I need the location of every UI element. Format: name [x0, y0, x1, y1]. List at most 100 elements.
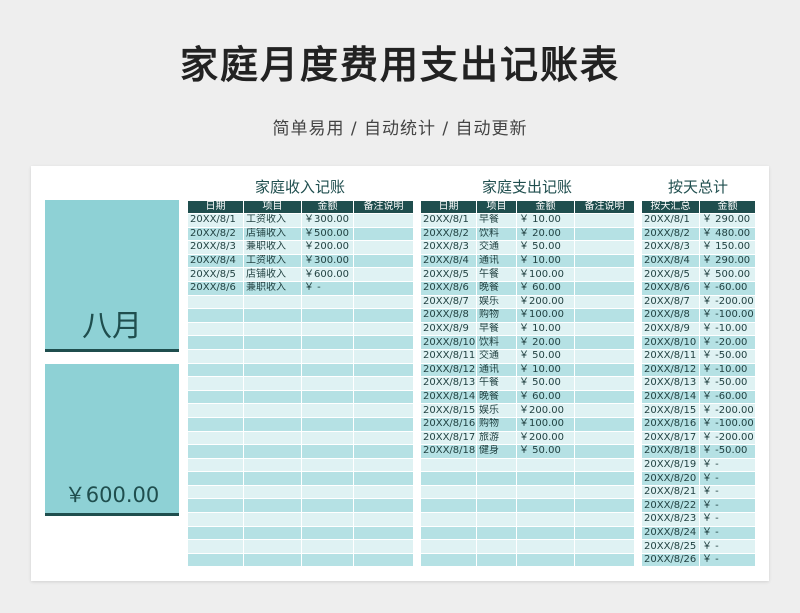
- income-cell[interactable]: [353, 430, 414, 446]
- income-cell[interactable]: [353, 498, 414, 514]
- expense-cell[interactable]: ￥ 60.00: [516, 280, 575, 296]
- expense-cell[interactable]: ￥ 20.00: [516, 226, 575, 242]
- expense-cell[interactable]: [420, 471, 477, 486]
- daily-cell[interactable]: 20XX/8/14: [641, 389, 700, 405]
- expense-cell[interactable]: [574, 525, 635, 541]
- expense-cell[interactable]: [574, 321, 635, 337]
- income-cell[interactable]: [353, 240, 414, 255]
- income-cell[interactable]: [187, 389, 244, 405]
- expense-cell[interactable]: ￥ 50.00: [516, 444, 575, 459]
- income-cell[interactable]: [301, 444, 354, 459]
- income-cell[interactable]: 店铺收入: [243, 226, 302, 242]
- expense-cell[interactable]: [574, 348, 635, 364]
- expense-cell[interactable]: 20XX/8/7: [420, 294, 477, 310]
- expense-cell[interactable]: [476, 484, 517, 500]
- income-cell[interactable]: [243, 430, 302, 446]
- daily-cell[interactable]: ￥ -50.00: [699, 444, 756, 459]
- daily-cell[interactable]: 20XX/8/21: [641, 484, 700, 500]
- income-cell[interactable]: [301, 362, 354, 378]
- income-cell[interactable]: [243, 498, 302, 514]
- income-cell[interactable]: ￥200.00: [301, 240, 354, 255]
- daily-cell[interactable]: 20XX/8/13: [641, 376, 700, 391]
- expense-cell[interactable]: [516, 457, 575, 473]
- expense-cell[interactable]: 20XX/8/11: [420, 348, 477, 364]
- daily-cell[interactable]: 20XX/8/9: [641, 321, 700, 337]
- expense-cell[interactable]: 购物: [476, 308, 517, 323]
- income-cell[interactable]: [301, 512, 354, 527]
- daily-cell[interactable]: 20XX/8/10: [641, 335, 700, 350]
- expense-cell[interactable]: 购物: [476, 416, 517, 432]
- income-cell[interactable]: ￥300.00: [301, 253, 354, 269]
- expense-cell[interactable]: [420, 552, 477, 568]
- expense-cell[interactable]: ￥100.00: [516, 267, 575, 282]
- expense-cell[interactable]: [420, 539, 477, 554]
- daily-cell[interactable]: 20XX/8/7: [641, 294, 700, 310]
- expense-cell[interactable]: 娱乐: [476, 403, 517, 418]
- expense-cell[interactable]: ￥200.00: [516, 403, 575, 418]
- income-cell[interactable]: [187, 321, 244, 337]
- daily-cell[interactable]: 20XX/8/12: [641, 362, 700, 378]
- expense-cell[interactable]: 20XX/8/8: [420, 308, 477, 323]
- daily-cell[interactable]: ￥ -: [699, 525, 756, 541]
- expense-cell[interactable]: [476, 552, 517, 568]
- daily-cell[interactable]: 20XX/8/22: [641, 498, 700, 514]
- expense-cell[interactable]: 20XX/8/16: [420, 416, 477, 432]
- daily-cell[interactable]: ￥ -100.00: [699, 416, 756, 432]
- income-cell[interactable]: [353, 512, 414, 527]
- income-cell[interactable]: [353, 376, 414, 391]
- expense-cell[interactable]: [516, 525, 575, 541]
- expense-cell[interactable]: 晚餐: [476, 389, 517, 405]
- daily-cell[interactable]: ￥ 290.00: [699, 213, 756, 228]
- expense-cell[interactable]: 20XX/8/6: [420, 280, 477, 296]
- expense-cell[interactable]: [574, 389, 635, 405]
- daily-cell[interactable]: ￥ 290.00: [699, 253, 756, 269]
- daily-cell[interactable]: 20XX/8/1: [641, 213, 700, 228]
- daily-cell[interactable]: 20XX/8/26: [641, 552, 700, 568]
- expense-cell[interactable]: [574, 430, 635, 446]
- income-cell[interactable]: 兼职收入: [243, 240, 302, 255]
- daily-cell[interactable]: ￥ -: [699, 457, 756, 473]
- income-cell[interactable]: [187, 348, 244, 364]
- income-cell[interactable]: [243, 457, 302, 473]
- expense-cell[interactable]: ￥200.00: [516, 294, 575, 310]
- income-cell[interactable]: [301, 335, 354, 350]
- income-cell[interactable]: [353, 348, 414, 364]
- income-cell[interactable]: [243, 552, 302, 568]
- expense-cell[interactable]: 晚餐: [476, 280, 517, 296]
- daily-cell[interactable]: ￥ -100.00: [699, 308, 756, 323]
- daily-cell[interactable]: ￥ -50.00: [699, 376, 756, 391]
- income-cell[interactable]: [243, 335, 302, 350]
- expense-cell[interactable]: ￥100.00: [516, 308, 575, 323]
- expense-cell[interactable]: [574, 335, 635, 350]
- income-cell[interactable]: [301, 416, 354, 432]
- expense-cell[interactable]: [516, 484, 575, 500]
- expense-cell[interactable]: 饮料: [476, 335, 517, 350]
- expense-cell[interactable]: 娱乐: [476, 294, 517, 310]
- expense-cell[interactable]: [574, 226, 635, 242]
- income-cell[interactable]: [187, 512, 244, 527]
- expense-cell[interactable]: [574, 498, 635, 514]
- expense-cell[interactable]: [574, 280, 635, 296]
- expense-cell[interactable]: ￥ 50.00: [516, 376, 575, 391]
- daily-cell[interactable]: 20XX/8/25: [641, 539, 700, 554]
- daily-cell[interactable]: 20XX/8/15: [641, 403, 700, 418]
- expense-cell[interactable]: [476, 539, 517, 554]
- income-cell[interactable]: [301, 321, 354, 337]
- income-cell[interactable]: [353, 362, 414, 378]
- expense-cell[interactable]: [420, 457, 477, 473]
- income-cell[interactable]: [243, 294, 302, 310]
- daily-cell[interactable]: ￥ -10.00: [699, 321, 756, 337]
- income-cell[interactable]: 20XX/8/2: [187, 226, 244, 242]
- income-cell[interactable]: [301, 471, 354, 486]
- expense-cell[interactable]: 20XX/8/17: [420, 430, 477, 446]
- expense-cell[interactable]: [420, 512, 477, 527]
- income-cell[interactable]: 20XX/8/6: [187, 280, 244, 296]
- expense-cell[interactable]: [574, 444, 635, 459]
- expense-cell[interactable]: 20XX/8/13: [420, 376, 477, 391]
- expense-cell[interactable]: [574, 308, 635, 323]
- expense-cell[interactable]: ￥ 10.00: [516, 362, 575, 378]
- expense-cell[interactable]: ￥100.00: [516, 416, 575, 432]
- income-cell[interactable]: [243, 416, 302, 432]
- income-cell[interactable]: [301, 552, 354, 568]
- income-cell[interactable]: [301, 539, 354, 554]
